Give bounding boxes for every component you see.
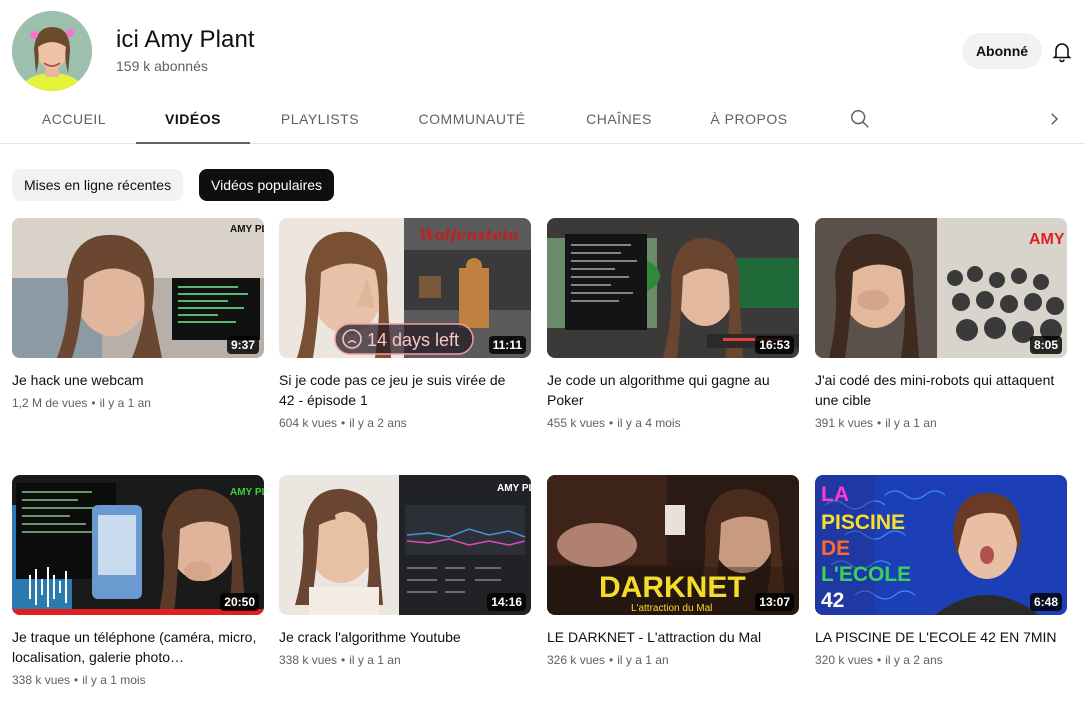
video-views: 320 k vues	[815, 653, 874, 667]
video-duration: 20:50	[220, 593, 259, 611]
video-views: 391 k vues	[815, 416, 874, 430]
video-thumbnail[interactable]: AMY PLANT 8:05	[815, 218, 1067, 358]
thumb-brand-text: AMY PLANT	[497, 483, 531, 494]
video-age: il y a 1 an	[617, 653, 669, 667]
video-thumbnail[interactable]: AMY PLANT 20:50	[12, 475, 264, 615]
thumb-overlay-text: 14 days left	[367, 330, 459, 350]
video-thumbnail[interactable]: DARKNET L'attraction du Mal 13:07	[547, 475, 799, 615]
chip-popular-videos[interactable]: Vidéos populaires	[199, 169, 335, 201]
video-views: 604 k vues	[279, 416, 338, 430]
thumb-brand-text: AMY PLANT	[230, 224, 264, 235]
video-meta: 1,2 M de vues • il y a 1 an	[12, 396, 151, 410]
video-card[interactable]: AMY PLANT 14:16 Je crack l'algorithme Yo…	[279, 475, 531, 669]
video-card[interactable]: AMY PLANT 8:05 J'ai codé des mini-robots…	[815, 218, 1067, 432]
video-duration: 16:53	[755, 336, 794, 354]
video-card[interactable]: 16:53 Je code un algorithme qui gagne au…	[547, 218, 799, 432]
thumb-overlay-text: DARKNET	[599, 571, 746, 604]
channel-tabs: ACCUEIL VIDÉOS PLAYLISTS COMMUNAUTÉ CHAÎ…	[0, 96, 1085, 144]
video-meta: 338 k vues • il y a 1 an	[279, 653, 401, 667]
video-duration: 8:05	[1029, 336, 1062, 354]
video-title[interactable]: Si je code pas ce jeu je suis virée de 4…	[279, 370, 524, 410]
thumb-brand-text: AMY PLANT	[1029, 231, 1067, 248]
video-duration: 11:11	[488, 336, 526, 354]
thumb-game-logo: Wolfenstein	[419, 226, 519, 244]
chevron-right-icon[interactable]	[1045, 110, 1063, 128]
video-age: il y a 4 mois	[617, 416, 681, 430]
video-title[interactable]: LA PISCINE DE L'ECOLE 42 EN 7MIN	[815, 627, 1060, 647]
tab-a-propos[interactable]: À PROPOS	[700, 96, 798, 144]
video-age: il y a 1 an	[349, 653, 401, 667]
video-meta: 455 k vues • il y a 4 mois	[547, 416, 681, 430]
video-title[interactable]: Je crack l'algorithme Youtube	[279, 627, 524, 647]
tab-playlists[interactable]: PLAYLISTS	[270, 96, 370, 144]
video-meta: 391 k vues • il y a 1 an	[815, 416, 937, 430]
video-thumbnail[interactable]: AMY PLANT 9:37	[12, 218, 264, 358]
tab-chaines[interactable]: CHAÎNES	[575, 96, 663, 144]
video-age: il y a 2 ans	[885, 653, 943, 667]
channel-header: ici Amy Plant 159 k abonnés Abonné	[0, 0, 1085, 96]
video-card[interactable]: LA PISCINE DE L'ECOLE 42 6:48 LA PISCINE…	[815, 475, 1067, 669]
video-meta: 320 k vues • il y a 2 ans	[815, 653, 943, 667]
subscribed-button[interactable]: Abonné	[962, 33, 1042, 69]
video-title[interactable]: Je code un algorithme qui gagne au Poker	[547, 370, 792, 410]
video-title[interactable]: Je traque un téléphone (caméra, micro, l…	[12, 627, 257, 667]
video-age: il y a 2 ans	[349, 416, 407, 430]
thumb-line-1: LA	[821, 483, 849, 506]
video-card[interactable]: AMY PLANT 9:37 Je hack une webcam 1,2 M …	[12, 218, 264, 412]
video-views: 326 k vues	[547, 653, 606, 667]
search-icon[interactable]	[849, 108, 871, 130]
video-thumbnail[interactable]: Wolfenstein 14 days left 11:11	[279, 218, 531, 358]
tab-accueil[interactable]: ACCUEIL	[30, 96, 118, 144]
channel-name: ici Amy Plant	[116, 26, 255, 53]
video-duration: 13:07	[755, 593, 794, 611]
video-card[interactable]: Wolfenstein 14 days left 11:11 Si je cod…	[279, 218, 531, 432]
thumb-line-2: PISCINE	[821, 511, 905, 534]
video-meta: 326 k vues • il y a 1 an	[547, 653, 669, 667]
bell-icon[interactable]	[1050, 39, 1074, 63]
video-age: il y a 1 an	[885, 416, 937, 430]
video-title[interactable]: LE DARKNET - L'attraction du Mal	[547, 627, 792, 647]
video-views: 338 k vues	[12, 673, 71, 687]
video-views: 1,2 M de vues	[12, 396, 88, 410]
video-thumbnail[interactable]: AMY PLANT 14:16	[279, 475, 531, 615]
tab-communaute[interactable]: COMMUNAUTÉ	[410, 96, 534, 144]
video-card[interactable]: DARKNET L'attraction du Mal 13:07 LE DAR…	[547, 475, 799, 669]
video-duration: 9:37	[226, 336, 259, 354]
thumb-line-5: 42	[821, 589, 844, 612]
video-age: il y a 1 mois	[82, 673, 146, 687]
video-views: 338 k vues	[279, 653, 338, 667]
thumb-line-4: L'ECOLE	[821, 563, 911, 586]
channel-avatar[interactable]	[12, 11, 92, 91]
video-duration: 14:16	[487, 593, 526, 611]
video-views: 455 k vues	[547, 416, 606, 430]
chip-recent-uploads[interactable]: Mises en ligne récentes	[12, 169, 184, 201]
video-age: il y a 1 an	[99, 396, 151, 410]
video-card[interactable]: AMY PLANT 20:50 Je traque un téléphone (…	[12, 475, 264, 689]
thumb-brand-text: AMY PLANT	[230, 487, 264, 498]
video-duration: 6:48	[1029, 593, 1062, 611]
video-meta: 604 k vues • il y a 2 ans	[279, 416, 407, 430]
video-thumbnail[interactable]: 16:53	[547, 218, 799, 358]
thumb-overlay-subtext: L'attraction du Mal	[631, 603, 712, 614]
thumb-line-3: DE	[821, 537, 850, 560]
video-thumbnail[interactable]: LA PISCINE DE L'ECOLE 42 6:48	[815, 475, 1067, 615]
subscriber-count: 159 k abonnés	[116, 58, 208, 74]
tab-videos[interactable]: VIDÉOS	[136, 96, 250, 144]
video-meta: 338 k vues • il y a 1 mois	[12, 673, 146, 687]
video-title[interactable]: J'ai codé des mini-robots qui attaquent …	[815, 370, 1060, 410]
video-title[interactable]: Je hack une webcam	[12, 370, 257, 390]
